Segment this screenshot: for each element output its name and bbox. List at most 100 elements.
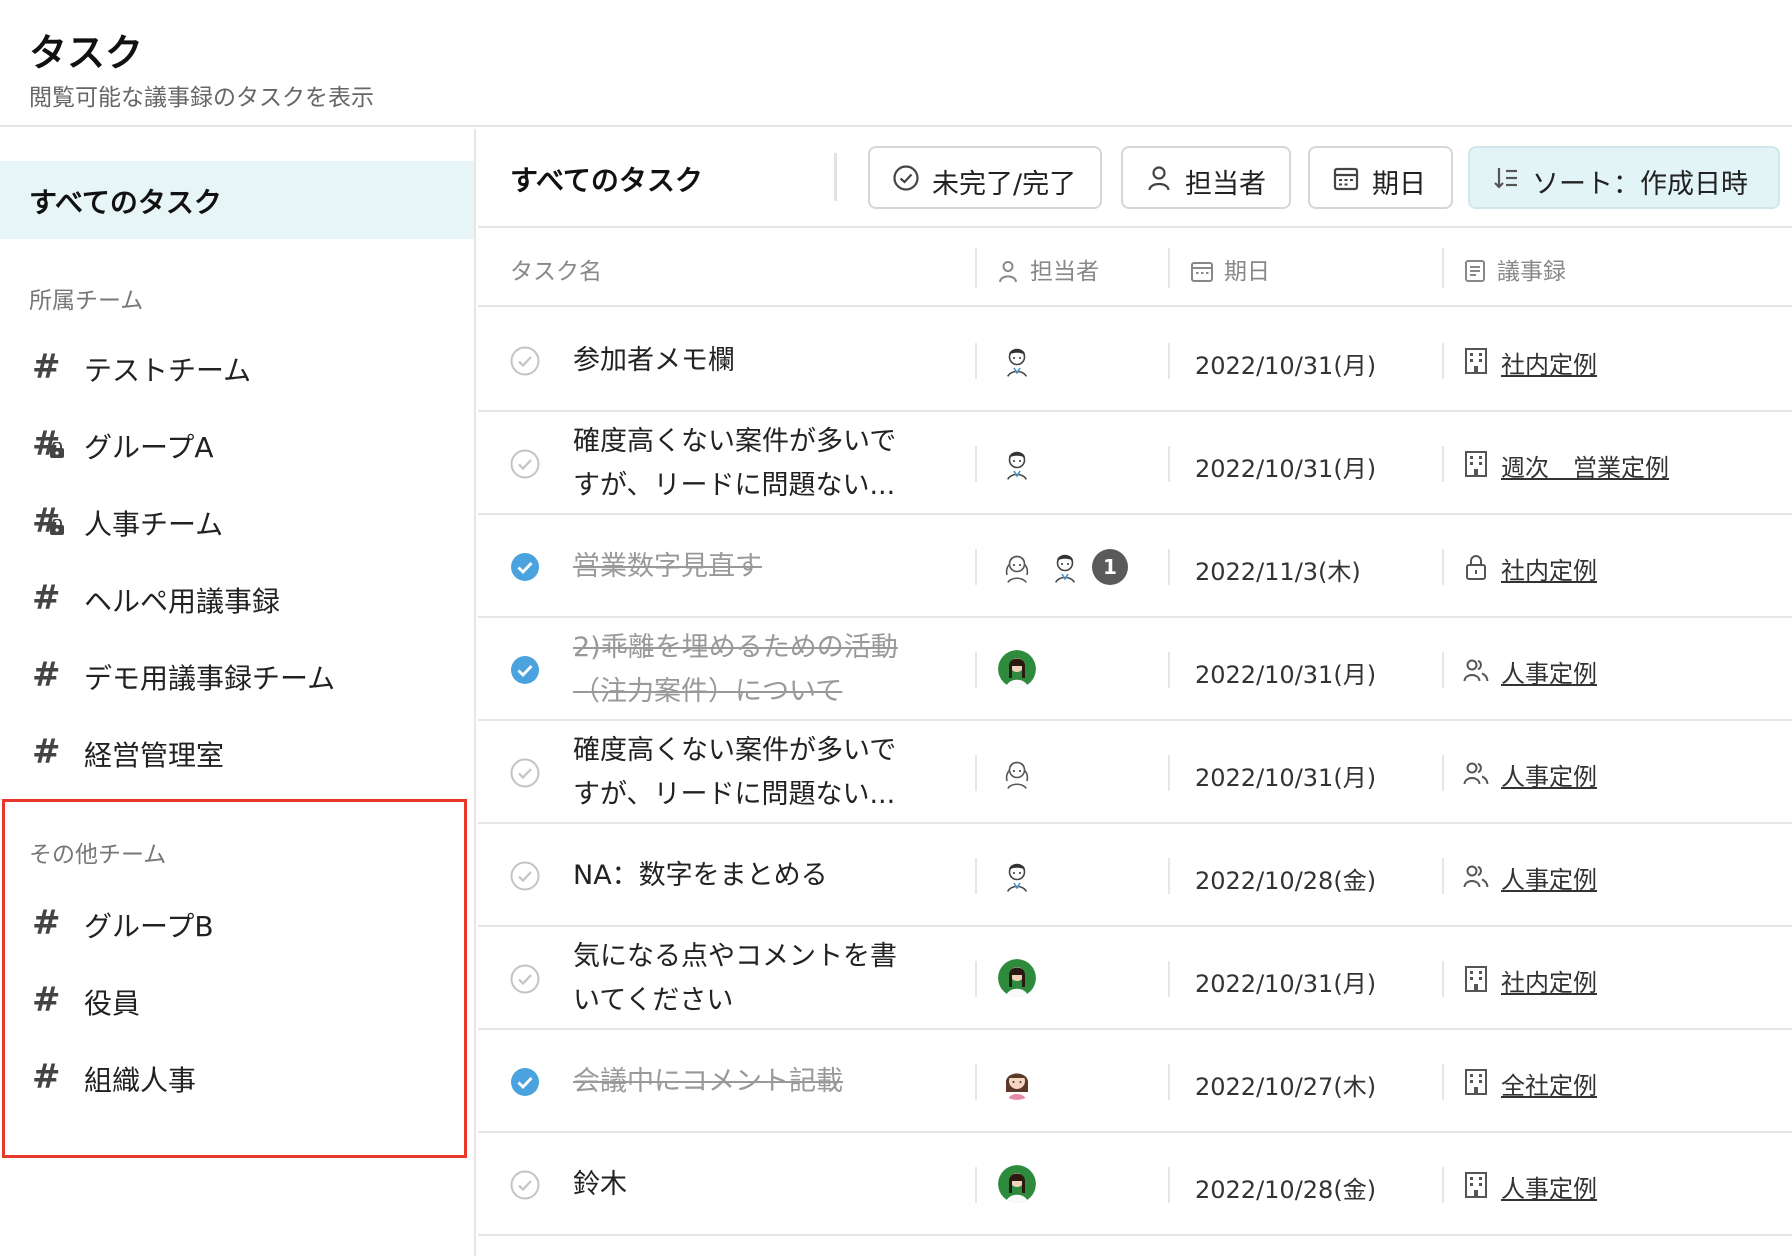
minutes-link-label[interactable]: 人事定例 [1501,860,1597,895]
photo-avatar [998,1164,1036,1203]
people-icon [1463,659,1489,681]
table-row[interactable]: 参加者メモ欄 2022/10/31(月) 社内定例 [478,309,1792,412]
checked-circle-icon[interactable] [510,655,540,685]
task-name[interactable]: 参加者メモ欄 [573,339,953,383]
building-icon [1465,1068,1487,1095]
unchecked-circle-icon[interactable] [510,758,540,788]
task-name[interactable]: 営業数字見直す [573,545,953,589]
sidebar-item-label: ヘルペ用議事録 [84,585,281,618]
task-name[interactable]: 会議中にコメント記載 [573,1060,953,1104]
column-divider [975,1063,977,1100]
task-name-line: 2)乖離を埋めるための活動 [573,631,898,663]
column-header-assignee-label: 担当者 [1030,259,1099,285]
due-date: 2022/10/31(月) [1195,969,1377,998]
minutes-link-label[interactable]: 週次 営業定例 [1501,448,1669,483]
task-name[interactable]: NA：数字をまとめる [573,854,953,898]
column-divider [1168,857,1170,894]
unchecked-circle-icon[interactable] [510,346,540,376]
lock-icon [50,442,64,458]
checked-circle-icon[interactable] [510,552,540,582]
page-title: タスク [29,31,144,75]
minutes-link-label[interactable]: 社内定例 [1501,963,1597,998]
minutes-link-label[interactable]: 人事定例 [1501,1169,1597,1204]
column-header-due[interactable]: 期日 [1190,252,1270,286]
task-name[interactable]: 確度高くない案件が多いで すが、リードに問題ない... [573,729,953,817]
building-icon [1465,450,1487,477]
column-divider [1168,960,1170,997]
column-divider [975,857,977,894]
man-avatar [1006,863,1028,894]
status-filter-button[interactable]: 未完了/完了 [868,146,1102,209]
column-divider [1168,1063,1170,1100]
woman-avatar [1005,761,1029,791]
table-row[interactable]: 気になる点やコメントを書 いてください 2022/10/31(月) 社内定例 [478,927,1792,1030]
column-header-task[interactable]: タスク名 [510,252,602,286]
table-row[interactable]: 確度高くない案件が多いで すが、リードに問題ない... 2022/10/31(月) 週… [478,412,1792,515]
task-name[interactable]: 2)乖離を埋めるための活動 （注力案件）について [573,626,953,714]
hash-icon: # [32,347,61,387]
column-header-minutes[interactable]: 議事録 [1463,252,1566,286]
sidebar-item-team[interactable]: # ヘルペ用議事録 [0,568,470,630]
sidebar-item-label: すべてのタスク [29,186,222,219]
man-avatar [1054,554,1076,585]
sidebar-item-team[interactable]: # 人事チーム [0,491,470,553]
checked-circle-icon[interactable] [510,1067,540,1097]
sidebar-item-team[interactable]: # テストチーム [0,337,470,399]
unchecked-circle-icon[interactable] [510,964,540,994]
column-divider [975,651,977,688]
table-row[interactable]: 鈴木 2022/10/28(金) 人事定例 [478,1133,1792,1236]
task-name[interactable]: 確度高くない案件が多いで すが、リードに問題ない... [573,420,953,508]
column-divider [975,960,977,997]
minutes-link-label[interactable]: 社内定例 [1501,551,1597,586]
table-row[interactable]: 確度高くない案件が多いで すが、リードに問題ない... 2022/10/31(月) 人… [478,721,1792,824]
minutes-link-label[interactable]: 人事定例 [1501,757,1597,792]
hash-icon: # [32,578,61,618]
status-filter-label: 未完了/完了 [932,169,1077,200]
task-name-line: 参加者メモ欄 [573,344,735,376]
task-name[interactable]: 気になる点やコメントを書 いてください [573,935,953,1023]
due-date: 2022/10/28(金) [1195,866,1377,895]
minutes-link-label[interactable]: 人事定例 [1501,654,1597,689]
column-divider [1442,445,1444,482]
column-divider [975,1166,977,1203]
unchecked-circle-icon[interactable] [510,1170,540,1200]
task-name-line: 気になる点やコメントを書 [573,940,897,972]
person-icon [999,261,1017,283]
table-row[interactable]: 営業数字見直す 1 2022/11/3(木) 社内定例 [478,515,1792,618]
due-filter-button[interactable]: 期日 [1308,146,1453,209]
column-divider [1442,960,1444,997]
table-row[interactable]: 会議中にコメント記載 2022/10/27(木) 全社定例 [478,1030,1792,1133]
man-avatar [1006,451,1028,482]
sidebar-item-all-tasks[interactable]: すべてのタスク [0,161,474,239]
sidebar-item-team[interactable]: # グループA [0,414,470,476]
column-divider [975,342,977,379]
due-date: 2022/10/31(月) [1195,660,1377,689]
more-assignees-badge[interactable]: 1 [1092,548,1128,585]
sort-button[interactable]: ソート：作成日時 [1468,146,1780,209]
column-divider [1442,248,1444,288]
assignee-filter-button[interactable]: 担当者 [1121,146,1291,209]
woman-avatar [1005,555,1029,585]
task-name-line: すが、リードに問題ない... [573,469,896,501]
table-header: タスク名 担当者 期日 議事録 [478,230,1792,307]
task-name-line: いてください [573,984,734,1016]
building-icon [1465,347,1487,374]
assignee-filter-label: 担当者 [1185,169,1266,200]
table-row[interactable]: 2)乖離を埋めるための活動 （注力案件）について 2022/10/31(月) 人事定例 [478,618,1792,721]
minutes-link-label[interactable]: 全社定例 [1501,1066,1597,1101]
due-date: 2022/10/31(月) [1195,351,1377,380]
sidebar-item-team[interactable]: # デモ用議事録チーム [0,645,470,707]
hash-icon: # [32,732,61,772]
sidebar-item-team[interactable]: # 経営管理室 [0,722,470,784]
column-header-assignee[interactable]: 担当者 [996,252,1099,286]
photo-avatar [998,958,1036,997]
unchecked-circle-icon[interactable] [510,449,540,479]
table-row[interactable]: NA：数字をまとめる 2022/10/28(金) 人事定例 [478,824,1792,927]
unchecked-circle-icon[interactable] [510,861,540,891]
girl-avatar [998,1061,1036,1100]
highlight-frame [2,799,467,1158]
task-name[interactable]: 鈴木 [573,1163,953,1207]
people-icon [1463,865,1489,887]
sidebar-item-label: 経営管理室 [84,739,225,772]
minutes-link-label[interactable]: 社内定例 [1501,345,1597,380]
